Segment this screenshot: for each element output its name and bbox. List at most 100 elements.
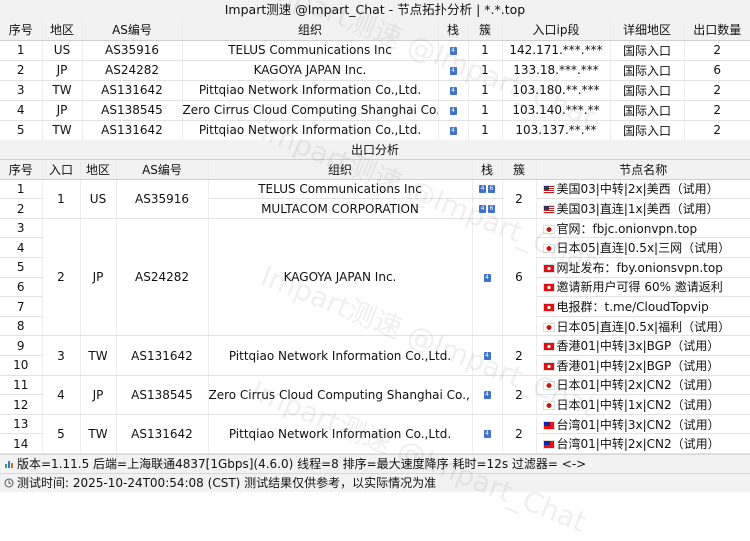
node-name: 电报群：t.me/CloudTopvip bbox=[556, 300, 709, 315]
org-cell: Zero Cirrus Cloud Computing Shanghai Co.… bbox=[182, 100, 439, 121]
jp-flag-icon bbox=[542, 322, 555, 332]
asn-cell: AS131642 bbox=[116, 335, 209, 376]
org-cell: Pittqiao Network Information Co.,Ltd. bbox=[208, 414, 473, 455]
org-cell: Pittqiao Network Information Co.,Ltd. bbox=[182, 120, 439, 141]
detail-cell: 国际入口 bbox=[610, 100, 685, 121]
status-bar-time: 测试时间: 2025-10-24T00:54:08 (CST) 测试结果仅供参考… bbox=[0, 473, 750, 492]
cluster-cell: 1 bbox=[468, 40, 503, 61]
jp-flag-icon bbox=[542, 224, 555, 234]
node-name-cell: 日本05|直连|0.5x|福利（试用） bbox=[536, 316, 750, 337]
ip-stack-badge: 4 bbox=[479, 185, 486, 194]
count-cell: 2 bbox=[684, 100, 750, 121]
node-name-cell: 日本01|中转|2x|CN2（试用） bbox=[536, 375, 750, 396]
cluster-cell: 1 bbox=[468, 80, 503, 101]
inbound-table: 序号 地区 AS编号 组织栈簇入口ip段 详细地区 出口数量 1 US AS35916 TELUS… bbox=[0, 20, 750, 141]
id-cell: 1 bbox=[0, 179, 43, 200]
node-name-cell: 官网：fbjc.onionvpn.top bbox=[536, 218, 750, 239]
column-header: 地区 bbox=[80, 159, 117, 180]
column-header: 出口数量 bbox=[684, 20, 750, 41]
outbound-header-row: 序号 入口 地区 AS编号 组织栈簇节点名称 bbox=[0, 159, 750, 180]
cluster-cell: 1 bbox=[468, 120, 503, 141]
id-cell: 14 bbox=[0, 433, 43, 454]
column-header: 组织 bbox=[182, 20, 439, 41]
node-name-cell: 网址发布：fby.onionsvpn.top bbox=[536, 257, 750, 278]
org-cell: MULTACOM CORPORATION bbox=[208, 198, 473, 219]
ip-stack-badge: 4 bbox=[449, 66, 457, 75]
asn-cell: AS131642 bbox=[82, 120, 183, 141]
org-cell: KAGOYA JAPAN Inc. bbox=[208, 218, 473, 337]
count-cell: 2 bbox=[684, 40, 750, 61]
column-header: 簇 bbox=[468, 20, 503, 41]
column-header: AS编号 bbox=[82, 20, 183, 41]
hk-flag-icon bbox=[542, 361, 555, 371]
id-cell: 4 bbox=[0, 237, 43, 259]
cluster-cell: 2 bbox=[502, 375, 537, 415]
cluster-cell: 1 bbox=[468, 100, 503, 121]
org-cell: Pittqiao Network Information Co.,Ltd. bbox=[208, 335, 473, 376]
region-cell: JP bbox=[80, 218, 117, 337]
entry-cell: 4 bbox=[42, 375, 81, 415]
stack-cell: 4 bbox=[438, 40, 469, 61]
table-row: 3 2 JP AS24282 KAGOYA JAPAN Inc. 4 6 官网：fbjc.on… bbox=[0, 218, 750, 337]
region-cell: TW bbox=[42, 80, 83, 101]
count-cell: 6 bbox=[684, 60, 750, 81]
node-name-cell: 美国03|直连|1x|美西（试用） bbox=[536, 198, 750, 219]
ip-cell: 142.171.***.*** bbox=[502, 40, 611, 61]
node-name-cell: 美国03|中转|2x|美西（试用） bbox=[536, 179, 750, 200]
node-name: 台湾01|中转|3x|CN2（试用） bbox=[556, 417, 720, 432]
region-cell: TW bbox=[80, 414, 117, 455]
table-row: 1 1 US AS35916 TELUS Communications Inc 4 6 2 美国… bbox=[0, 179, 750, 219]
node-name: 美国03|直连|1x|美西（试用） bbox=[556, 202, 719, 217]
asn-cell: AS24282 bbox=[82, 60, 183, 81]
id-cell: 5 bbox=[0, 120, 43, 141]
cluster-cell: 2 bbox=[502, 335, 537, 376]
column-header: 序号 bbox=[0, 159, 43, 180]
jp-flag-icon bbox=[542, 244, 555, 254]
table-row: 13 5 TW AS131642 Pittqiao Network Informatio… bbox=[0, 414, 750, 455]
region-cell: JP bbox=[42, 60, 83, 81]
id-cell: 5 bbox=[0, 257, 43, 278]
detail-cell: 国际入口 bbox=[610, 60, 685, 81]
stack-cell: 4 bbox=[438, 60, 469, 81]
node-name: 日本05|直连|0.5x|福利（试用） bbox=[556, 319, 731, 334]
column-header: AS编号 bbox=[116, 159, 209, 180]
id-cell: 9 bbox=[0, 335, 43, 357]
detail-cell: 国际入口 bbox=[610, 80, 685, 101]
column-header: 入口 bbox=[42, 159, 81, 180]
region-cell: TW bbox=[80, 335, 117, 376]
status-line-1: 版本=1.11.5 后端=上海联通4837[1Gbps](4.6.0) 线程=8… bbox=[17, 457, 587, 471]
asn-cell: AS131642 bbox=[116, 414, 209, 455]
node-name: 美国03|中转|2x|美西（试用） bbox=[556, 182, 719, 197]
ip-stack-badge: 4 bbox=[449, 86, 457, 95]
node-name: 日本01|中转|2x|CN2（试用） bbox=[556, 378, 720, 393]
section-title: 出口分析 bbox=[0, 140, 750, 161]
stack-cell: 46 bbox=[472, 179, 503, 200]
jp-flag-icon bbox=[542, 401, 555, 411]
tw-flag-icon bbox=[542, 440, 555, 450]
entry-cell: 2 bbox=[42, 218, 81, 337]
cluster-cell: 6 bbox=[502, 218, 537, 337]
stack-cell: 4 bbox=[472, 414, 503, 455]
org-cell: Zero Cirrus Cloud Computing Shanghai Co.… bbox=[208, 375, 473, 415]
ip-stack-badge: 4 bbox=[449, 126, 457, 135]
region-cell: JP bbox=[42, 100, 83, 121]
id-cell: 10 bbox=[0, 355, 43, 376]
ip-stack-badge: 6 bbox=[488, 205, 495, 214]
org-cell: TELUS Communications Inc bbox=[208, 179, 473, 200]
node-name-cell: 香港01|中转|2x|BGP（试用） bbox=[536, 355, 750, 376]
column-header: 序号 bbox=[0, 20, 43, 41]
ip-cell: 103.180.**.*** bbox=[502, 80, 611, 101]
id-cell: 3 bbox=[0, 80, 43, 101]
table-row: 9 3 TW AS131642 Pittqiao Network Information… bbox=[0, 335, 750, 376]
table-row: 2 JP AS24282 KAGOYA JAPAN Inc. 4 1 133.18.***.… bbox=[0, 60, 750, 81]
entry-cell: 1 bbox=[42, 179, 81, 219]
ip-cell: 133.18.***.*** bbox=[502, 60, 611, 81]
entry-cell: 3 bbox=[42, 335, 81, 376]
ip-stack-badge: 4 bbox=[483, 352, 491, 361]
inbound-header-row: 序号 地区 AS编号 组织栈簇入口ip段 详细地区 出口数量 bbox=[0, 20, 750, 41]
column-header: 栈 bbox=[472, 159, 503, 180]
node-name-cell: 日本05|直连|0.5x|三网（试用） bbox=[536, 237, 750, 259]
stack-cell: 4 bbox=[438, 100, 469, 121]
node-name: 台湾01|中转|2x|CN2（试用） bbox=[556, 437, 720, 452]
detail-cell: 国际入口 bbox=[610, 40, 685, 61]
